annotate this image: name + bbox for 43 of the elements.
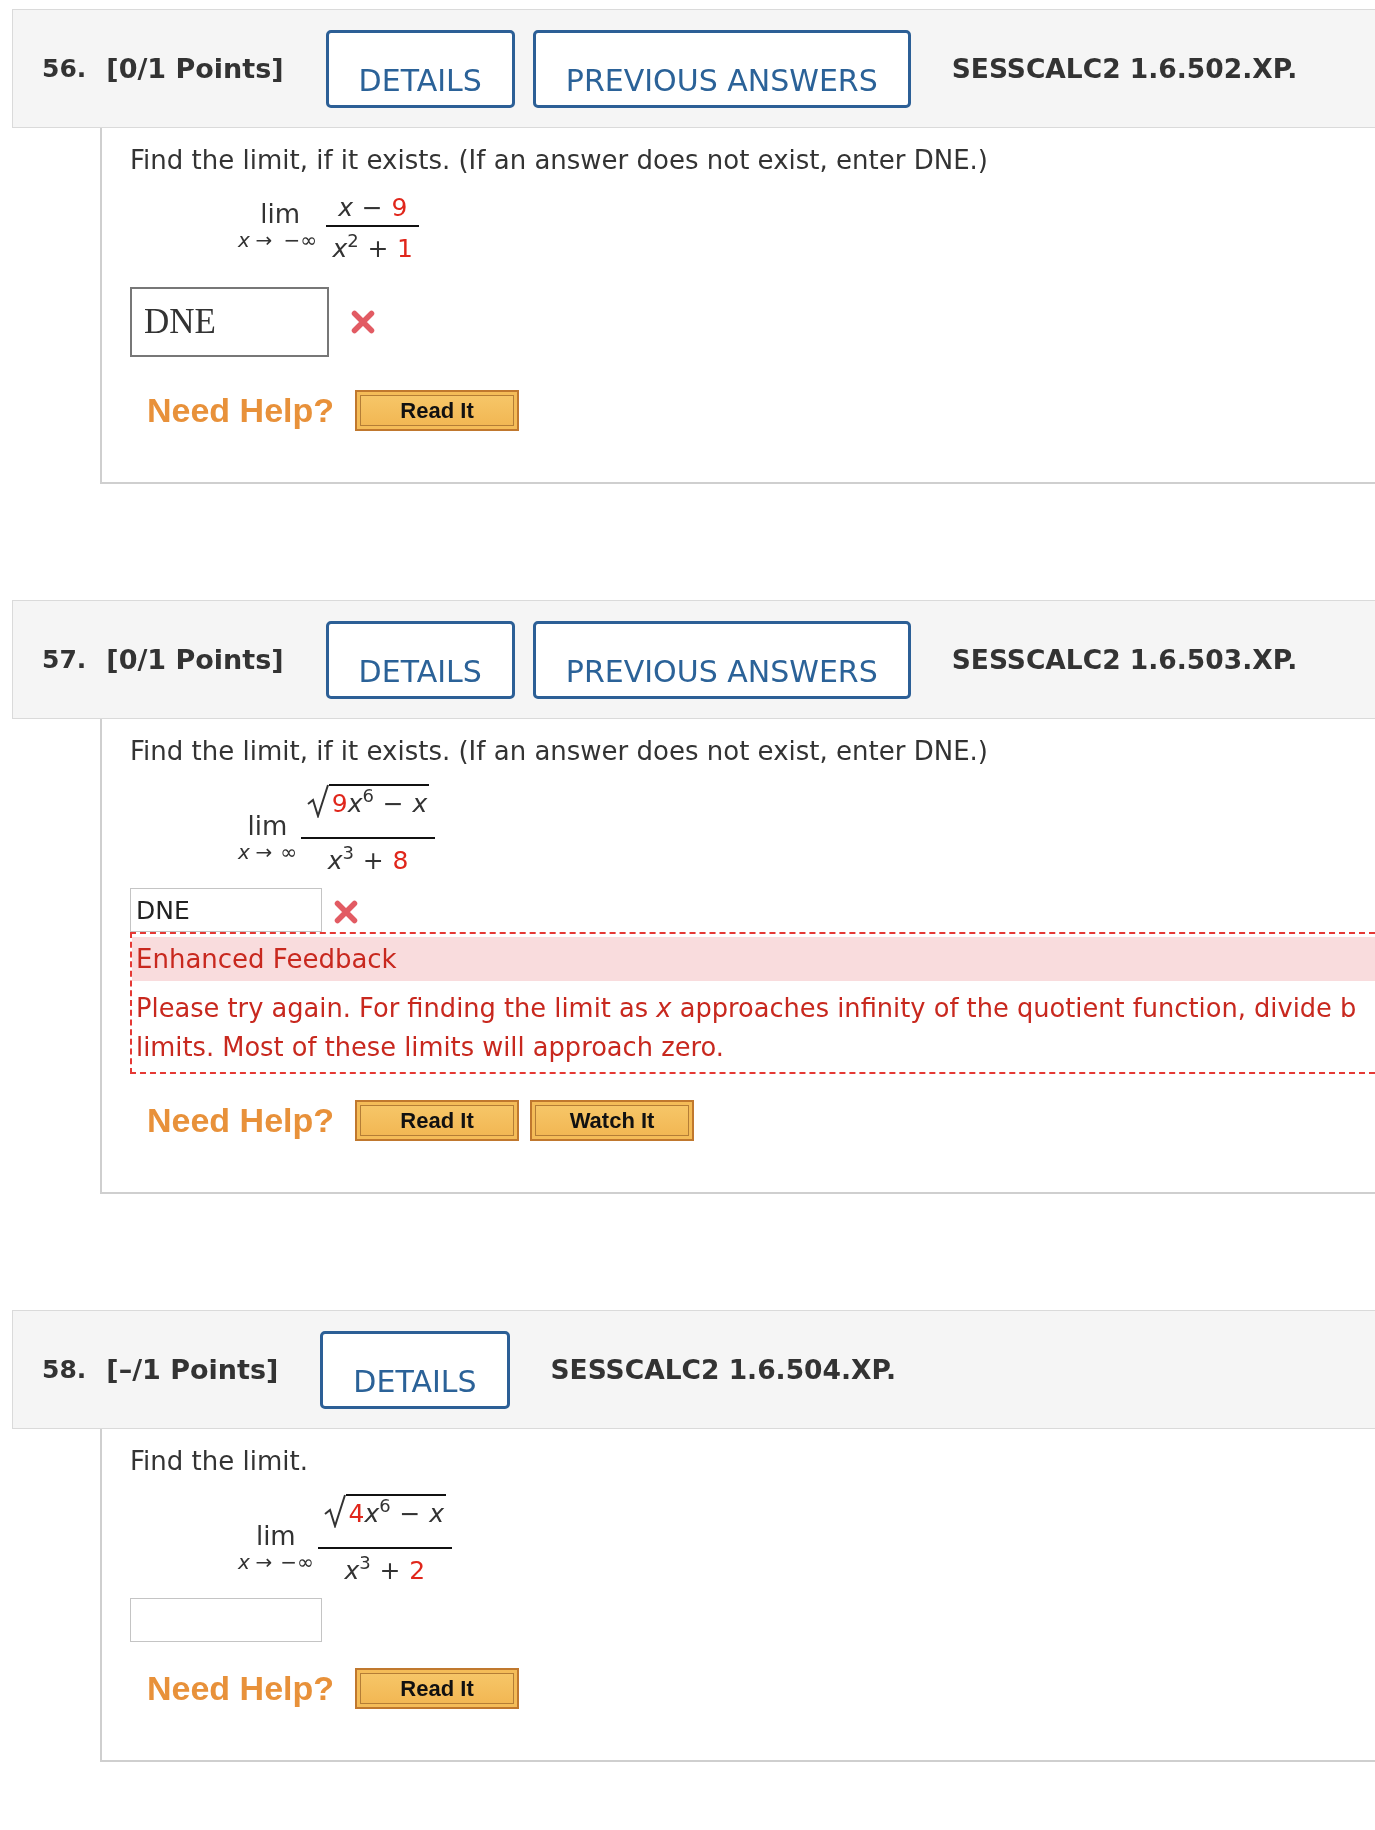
answer-field[interactable]: DNE [130, 287, 329, 357]
numerator-expression: x − 9 [338, 193, 408, 223]
limit-operator: lim [255, 1522, 296, 1550]
need-help-label: Need Help? [147, 1101, 335, 1140]
question-button[interactable]: DETAILS [320, 1330, 510, 1409]
radical-sign-icon [323, 1494, 346, 1528]
limit-operator: lim [260, 200, 301, 228]
question-code: SESSCALC2 1.6.504.XP. [550, 1354, 897, 1385]
radical-sign-icon [306, 784, 329, 818]
question-code: SESSCALC2 1.6.502.XP. [951, 53, 1298, 84]
question-button[interactable]: DETAILS [325, 620, 515, 699]
denominator-expression: x$^{3}$ + 8 [327, 846, 409, 876]
points-label: [–/1 Points] [106, 1354, 279, 1385]
question-code: SESSCALC2 1.6.503.XP. [951, 644, 1298, 675]
points-label: [0/1 Points] [106, 644, 284, 675]
question-prompt: Find the limit, if it exists. (If an answer does not exist, enter DNE.) [130, 145, 989, 175]
question-number: 56. [42, 54, 87, 83]
question-button[interactable]: PREVIOUS ANSWERS [532, 620, 911, 699]
help-button[interactable]: Read It [355, 1100, 520, 1141]
answer-field[interactable] [130, 1598, 322, 1642]
question-number: 58. [42, 1355, 87, 1384]
answer-field[interactable]: DNE [130, 888, 322, 932]
question-prompt: Find the limit, if it exists. (If an answer does not exist, enter DNE.) [130, 736, 989, 766]
limit-operator: lim [247, 812, 288, 840]
need-help-label: Need Help? [147, 1669, 335, 1708]
numerator-expression: 4x$^{6}$ − x [345, 1494, 446, 1529]
numerator-expression: 9x$^{6}$ − x [328, 784, 430, 819]
limit-subscript: x → ∞ [238, 840, 297, 864]
need-help-label: Need Help? [147, 391, 335, 430]
question-number: 57. [42, 645, 87, 674]
question-button[interactable]: DETAILS [325, 29, 515, 108]
denominator-expression: x$^{2}$ + 1 [332, 234, 413, 264]
help-button[interactable]: Read It [355, 1668, 520, 1709]
limit-subscript: x → −∞ [238, 1550, 314, 1574]
question-button[interactable]: PREVIOUS ANSWERS [532, 29, 911, 108]
points-label: [0/1 Points] [106, 53, 284, 84]
help-button[interactable]: Read It [355, 390, 520, 431]
help-button[interactable]: Watch It [530, 1100, 695, 1141]
question-prompt: Find the limit. [130, 1446, 309, 1476]
feedback-heading: Enhanced Feedback [132, 937, 1375, 981]
limit-subscript: x → −∞ [238, 228, 318, 252]
denominator-expression: x$^{3}$ + 2 [344, 1556, 426, 1586]
feedback-text: Please try again. For finding the limit as x approaches infinity of the quotient function, divide b limits. Most of these limits will approach zero. [135, 992, 1358, 1064]
